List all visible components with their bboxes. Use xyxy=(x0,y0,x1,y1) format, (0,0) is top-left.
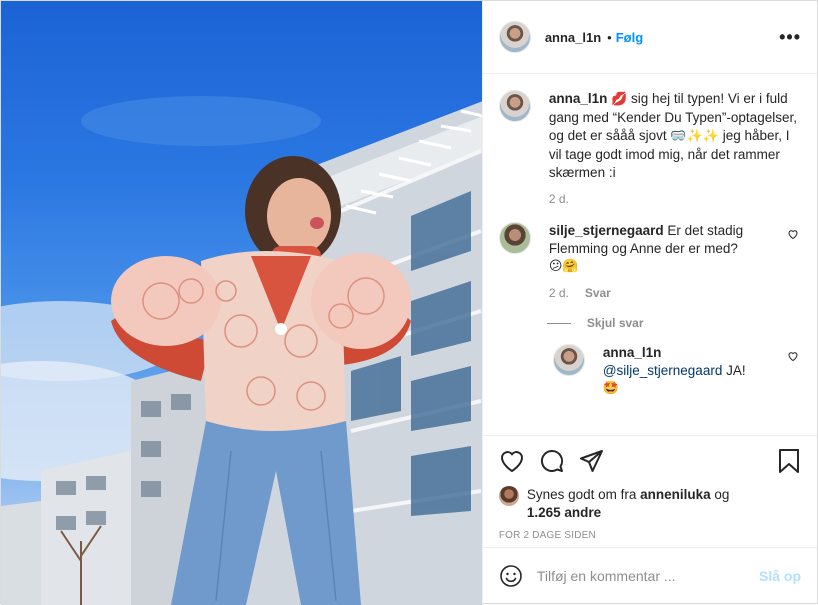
comment-bubble-icon[interactable] xyxy=(539,449,565,473)
hide-replies-line xyxy=(546,322,571,324)
like-heart-icon[interactable] xyxy=(499,449,525,473)
post-modal: anna_l1n • Følg ••• anna_l1n 💋 sig hej t… xyxy=(0,0,818,605)
comment-input[interactable] xyxy=(536,567,759,584)
reply-like-heart-icon[interactable] xyxy=(787,350,801,398)
post-header: anna_l1n • Følg ••• xyxy=(482,1,817,74)
share-paper-plane-icon[interactable] xyxy=(579,449,605,473)
lips-emoji: 💋 xyxy=(611,92,628,107)
reply-button[interactable]: Svar xyxy=(585,284,611,302)
commenter-username[interactable]: silje_stjernegaard xyxy=(549,223,664,238)
likes-summary: Synes godt om fra anneniluka og 1.265 an… xyxy=(498,486,801,522)
reply-emoji: 🤩 xyxy=(602,381,619,396)
reply-body: anna_l1n @silje_stjernegaard JA! 🤩 xyxy=(603,344,777,398)
add-comment-bar: Slå op xyxy=(482,547,817,603)
comments-list[interactable]: anna_l1n 💋 sig hej til typen! Vi er i fu… xyxy=(483,74,817,435)
comment-meta: 2 d. Svar xyxy=(549,284,777,302)
bookmark-icon[interactable] xyxy=(777,448,801,474)
comment-emojis: 😕🤗 xyxy=(548,259,579,274)
caption-meta: 2 d. xyxy=(549,190,801,208)
comment-like-heart-icon[interactable] xyxy=(787,228,801,302)
reply-avatar[interactable] xyxy=(552,344,585,376)
likes-prefix: Synes godt om fra xyxy=(526,487,641,502)
likes-middle: og xyxy=(710,487,730,502)
author-username[interactable]: anna_l1n xyxy=(545,30,601,45)
post-details-panel: anna_l1n • Følg ••• anna_l1n 💋 sig hej t… xyxy=(481,1,817,603)
post-comment-button[interactable]: Slå op xyxy=(759,568,801,584)
reply-mention[interactable]: @silje_stjernegaard xyxy=(603,363,723,378)
caption-body: anna_l1n 💋 sig hej til typen! Vi er i fu… xyxy=(549,90,801,208)
caption-age[interactable]: 2 d. xyxy=(549,190,569,208)
header-separator: • xyxy=(607,29,612,45)
caption-comment: anna_l1n 💋 sig hej til typen! Vi er i fu… xyxy=(498,90,801,208)
reply-text: JA! xyxy=(722,363,746,378)
commenter-avatar[interactable] xyxy=(498,222,531,254)
follow-button[interactable]: Følg xyxy=(616,30,643,45)
more-options-icon[interactable]: ••• xyxy=(779,27,801,48)
caption-avatar[interactable] xyxy=(498,90,531,122)
comment-item: silje_stjernegaard Er det stadig Flemmin… xyxy=(498,222,801,302)
caption-username[interactable]: anna_l1n xyxy=(549,91,608,106)
caption-emojis: 🥽✨✨ xyxy=(670,129,719,144)
hide-replies-toggle[interactable]: Skjul svar xyxy=(546,316,801,330)
liker-avatar[interactable] xyxy=(498,486,519,506)
post-timestamp[interactable]: FOR 2 DAGE SIDEN xyxy=(499,530,801,541)
author-avatar[interactable] xyxy=(498,21,531,53)
hide-replies-label: Skjul svar xyxy=(586,316,644,330)
likes-others[interactable]: 1.265 andre xyxy=(527,505,601,520)
comment-body: silje_stjernegaard Er det stadig Flemmin… xyxy=(549,222,777,302)
action-icons xyxy=(499,446,801,476)
comment-age[interactable]: 2 d. xyxy=(549,284,569,302)
reply-username[interactable]: anna_l1n xyxy=(603,345,662,360)
likes-text: Synes godt om fra anneniluka og 1.265 an… xyxy=(527,486,730,522)
emoji-smiley-icon[interactable] xyxy=(499,564,523,588)
post-actions: Synes godt om fra anneniluka og 1.265 an… xyxy=(482,435,817,547)
photo-illustration xyxy=(1,96,482,605)
post-photo[interactable] xyxy=(1,1,482,605)
reply-item: anna_l1n @silje_stjernegaard JA! 🤩 xyxy=(552,344,801,398)
liker-username[interactable]: anneniluka xyxy=(640,487,711,502)
